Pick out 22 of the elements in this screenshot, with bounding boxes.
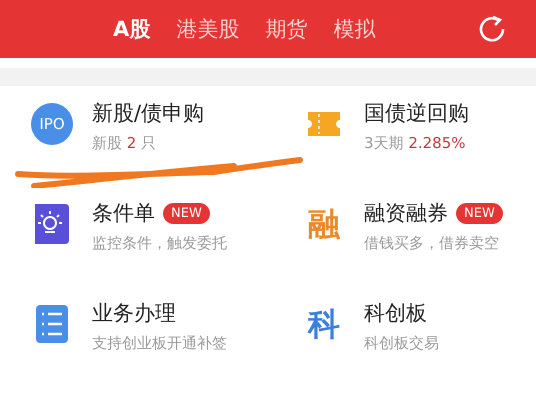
service-subtitle: 科创板交易	[364, 334, 439, 353]
new-badge: NEW	[456, 202, 503, 224]
service-title[interactable]: 业务办理	[92, 298, 176, 328]
service-title[interactable]: 新股/债申购	[92, 98, 204, 128]
lightbulb-icon	[35, 204, 69, 244]
tab[interactable]: A股	[100, 14, 164, 44]
list-icon	[36, 305, 68, 343]
service-subtitle: 监控条件，触发委托	[92, 234, 227, 253]
ipo-icon: IPO	[31, 103, 73, 145]
service-subtitle: 借钱买多，借券卖空	[364, 234, 500, 253]
service-subtitle: 新股 2 只	[92, 134, 158, 153]
refresh-icon[interactable]	[478, 15, 506, 43]
service-title[interactable]: 条件单	[92, 198, 155, 228]
service-subtitle: 3天期 2.285%	[364, 134, 467, 153]
service-subtitle: 支持创业板开通补签	[92, 334, 227, 353]
ticket-icon	[308, 112, 340, 136]
service-title[interactable]: 融资融券	[364, 198, 448, 228]
service-title[interactable]: 科创板	[364, 298, 427, 328]
service-title[interactable]: 国债逆回购	[364, 98, 469, 128]
glyph-icon: 融	[308, 204, 340, 244]
glyph-icon: 科	[308, 304, 340, 344]
new-badge: NEW	[163, 202, 210, 224]
